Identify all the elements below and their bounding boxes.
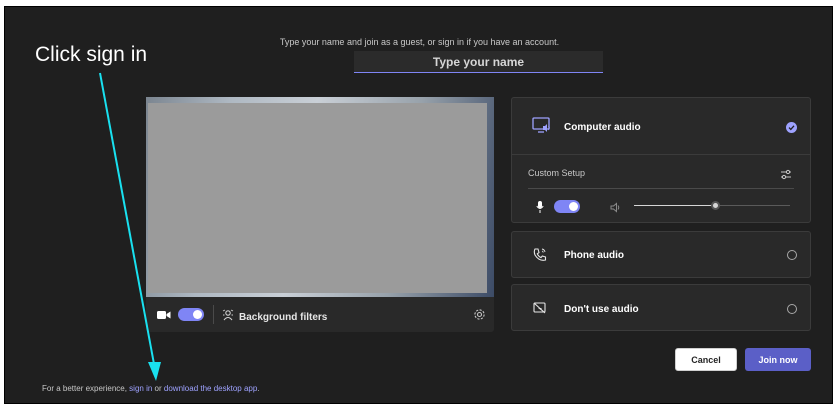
computer-audio-icon	[532, 117, 552, 140]
footer-prefix: For a better experience,	[42, 384, 127, 393]
camera-preview	[146, 97, 494, 297]
background-filters-button[interactable]: Background filters	[222, 308, 327, 326]
camera-toggle[interactable]	[178, 308, 204, 321]
computer-audio-radio[interactable]	[786, 122, 797, 133]
footer-message: For a better experience, sign in or down…	[42, 384, 260, 393]
custom-setup-label: Custom Setup	[528, 168, 586, 178]
background-filters-label: Background filters	[239, 311, 328, 323]
gear-icon[interactable]	[473, 308, 486, 326]
panel-divider	[512, 154, 810, 155]
no-audio-option[interactable]: Don't use audio	[511, 284, 811, 331]
no-audio-label: Don't use audio	[564, 304, 639, 315]
no-audio-icon	[533, 302, 547, 320]
computer-audio-panel: Computer audio Custom Setup	[511, 97, 811, 223]
controls-divider	[213, 305, 214, 324]
computer-audio-label: Computer audio	[564, 122, 641, 133]
footer-or: or	[154, 384, 162, 393]
phone-audio-option[interactable]: Phone audio	[511, 231, 811, 278]
annotation-label: Click sign in	[35, 43, 148, 66]
video-preview-card: Background filters	[146, 97, 494, 332]
computer-audio-option[interactable]: Computer audio	[512, 98, 810, 154]
redacted-camera-area	[148, 103, 487, 293]
name-input[interactable]	[354, 51, 603, 73]
volume-fill	[634, 205, 715, 206]
background-effects-icon	[222, 308, 234, 326]
speaker-icon	[610, 200, 622, 218]
speaker-volume-slider[interactable]	[634, 201, 790, 210]
phone-audio-label: Phone audio	[564, 250, 624, 261]
footer-suffix: .	[257, 384, 260, 393]
microphone-toggle[interactable]	[554, 200, 580, 213]
cancel-button[interactable]: Cancel	[675, 348, 737, 371]
phone-audio-radio[interactable]	[787, 250, 797, 260]
sign-in-link[interactable]: sign in	[129, 384, 152, 393]
no-audio-radio[interactable]	[787, 304, 797, 314]
microphone-icon	[536, 200, 544, 218]
phone-icon	[532, 248, 548, 267]
video-controls-bar: Background filters	[146, 297, 494, 332]
download-desktop-app-link[interactable]: download the desktop app	[164, 384, 257, 393]
camera-icon	[157, 308, 171, 326]
sliders-icon[interactable]	[780, 167, 792, 185]
volume-thumb[interactable]	[711, 201, 720, 210]
join-now-button[interactable]: Join now	[745, 348, 811, 371]
custom-setup-divider	[528, 188, 794, 189]
teams-prejoin-screen: Type your name and join as a guest, or s…	[4, 6, 833, 404]
